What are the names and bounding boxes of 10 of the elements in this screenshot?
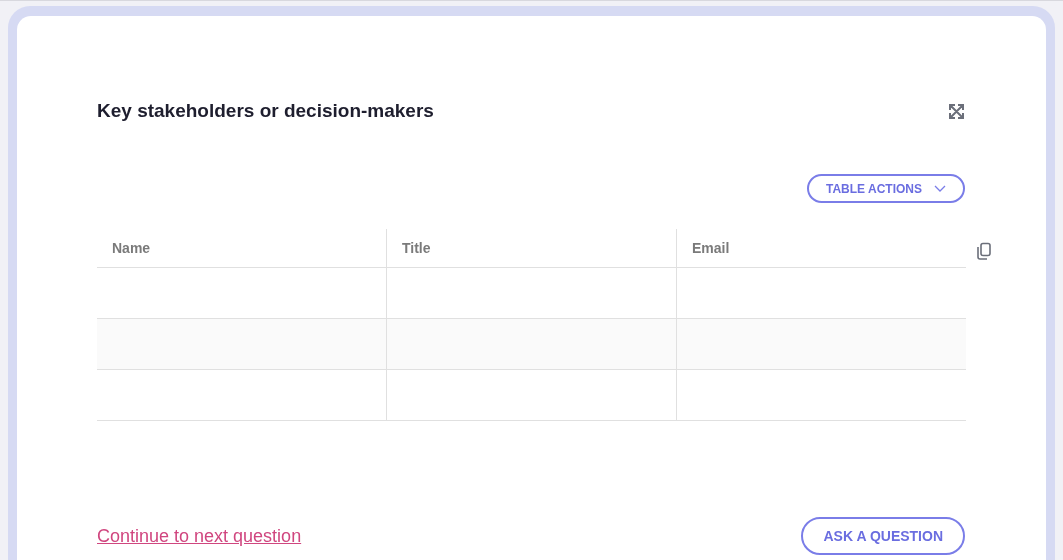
continue-link[interactable]: Continue to next question	[97, 525, 302, 547]
column-header: Name	[111, 239, 152, 258]
expand-icon[interactable]	[948, 102, 965, 120]
caret-icon	[934, 184, 946, 193]
table-actions-button[interactable]: TABLE ACTIONS	[807, 174, 965, 203]
copy-icon[interactable]	[976, 242, 992, 260]
card-title: Key stakeholders or decision-makers	[97, 100, 434, 122]
column-header: Title	[386, 229, 676, 267]
column-header: Email	[676, 229, 966, 267]
ask-question-button[interactable]: ASK A QUESTION	[801, 517, 965, 555]
